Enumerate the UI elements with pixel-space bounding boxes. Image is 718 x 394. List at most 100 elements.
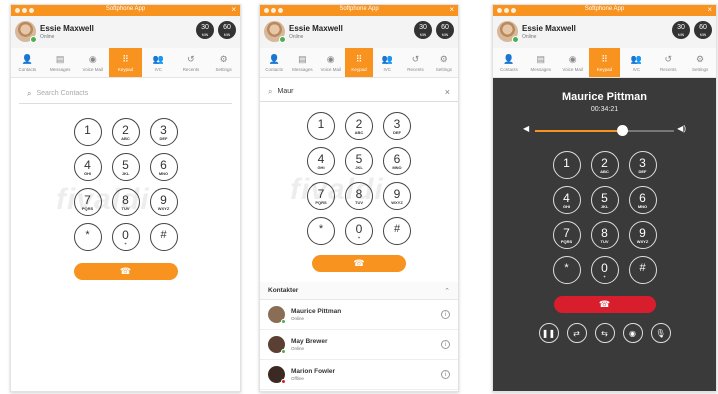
tab-label: Messages [292,66,313,72]
tab-label: Settings [215,66,232,72]
key-8[interactable]: 8 TUV [590,221,619,249]
volume-slider[interactable]: ◀ ◀) [523,123,686,139]
tab-label: Recents [182,66,200,72]
contact-row[interactable]: Maurice Pittman Online i [260,300,458,330]
tab-recents[interactable]: ↺ Recents [652,48,684,77]
key-0[interactable]: 0 + [111,223,140,251]
tab-keypad[interactable]: ⠿ Keypad [344,48,374,77]
key-hash[interactable]: # [149,223,178,251]
close-icon[interactable]: × [449,5,454,14]
info-icon[interactable]: i [441,340,450,349]
key-4[interactable]: 4 GHI [307,147,335,175]
key-hash[interactable]: # [383,217,411,245]
contact-row[interactable]: May Brewer Online i [260,330,458,360]
dial-keypad: 1 2 ABC 3 DEF 4 GHI 5 JKL 6 MNO 7 PQRS 8 TUV 9 WXYZ * 0 + # [260,112,458,245]
key-1[interactable]: 1 [552,151,581,179]
close-icon[interactable]: × [231,5,236,14]
key-3[interactable]: 3 DEF [149,118,178,146]
tab-voice-mail[interactable]: ◉ Voice Mail [76,48,109,77]
key-7[interactable]: 7 PQRS [552,221,581,249]
avatar[interactable] [497,21,519,43]
contact-row[interactable]: Marion Fowler Offline i [260,360,458,390]
key-9[interactable]: 9 WXYZ [383,182,411,210]
key-2[interactable]: 2 ABC [590,151,619,179]
key-8[interactable]: 8 TUV [345,182,373,210]
user-name: Essie Maxwell [522,24,576,33]
avatar[interactable] [15,21,37,43]
tab-voice-mail[interactable]: ◉ Voice Mail [317,48,345,77]
tab-contacts[interactable]: 👤 Contacts [11,48,44,77]
avatar[interactable] [264,21,286,43]
record-button[interactable]: ◉ [622,323,643,343]
pause-button[interactable]: ❚❚ [538,323,559,343]
key-7[interactable]: 7 PQRS [73,188,102,216]
key-9[interactable]: 9 WXYZ [149,188,178,216]
tab-ivc[interactable]: 👥 IVC [142,48,175,77]
tab-recents[interactable]: ↺ Recents [175,48,208,77]
key-6[interactable]: 6 MNO [149,153,178,181]
tab-ivc[interactable]: 👥 IVC [620,48,652,77]
key-0[interactable]: 0 + [345,217,373,245]
volume-knob[interactable] [617,125,629,136]
chevron-up-icon[interactable]: ⌃ [444,287,450,295]
attended-transfer-button[interactable]: ⇆ [594,323,615,343]
key-2[interactable]: 2 ABC [345,112,373,140]
user-header: Essie Maxwell Online 30 MIN 60 MIN [11,16,240,48]
key-5[interactable]: 5 JKL [111,153,140,181]
tab-keypad[interactable]: ⠿ Keypad [588,48,621,77]
minutes-value: 60 [441,24,449,31]
search-contacts[interactable]: ⌕ Maur × [260,82,458,102]
key-7[interactable]: 7 PQRS [307,182,335,210]
key-star[interactable]: * [73,223,102,251]
key-5[interactable]: 5 JKL [590,186,619,214]
tab-ivc[interactable]: 👥 IVC [373,48,401,77]
tab-contacts[interactable]: 👤 Contacts [493,48,525,77]
call-button[interactable]: ☎ [73,263,178,280]
search-input[interactable]: Maur [277,88,444,95]
key-6[interactable]: 6 MNO [628,186,657,214]
key-4[interactable]: 4 GHI [73,153,102,181]
key-star[interactable]: * [307,217,335,245]
key-4[interactable]: 4 GHI [552,186,581,214]
key-1[interactable]: 1 [307,112,335,140]
info-icon[interactable]: i [441,310,450,319]
contacts-section-header[interactable]: Kontakter ⌃ [260,282,458,300]
key-6[interactable]: 6 MNO [383,147,411,175]
tab-settings[interactable]: ⚙ Settings [207,48,240,77]
tab-settings[interactable]: ⚙ Settings [430,48,458,77]
tab-contacts[interactable]: 👤 Contacts [260,48,288,77]
transfer-button[interactable]: ⇄ [566,323,587,343]
tab-keypad[interactable]: ⠿ Keypad [109,48,142,77]
key-8[interactable]: 8 TUV [111,188,140,216]
window-title: Softphone App [339,6,379,12]
search-contacts[interactable]: ⌕ Search Contacts [19,84,232,104]
key-letters: DEF [393,129,401,135]
key-9[interactable]: 9 WXYZ [628,221,657,249]
tab-messages[interactable]: ▤ Messages [288,48,316,77]
key-3[interactable]: 3 DEF [383,112,411,140]
tab-voice-mail[interactable]: ◉ Voice Mail [557,48,589,77]
hangup-button[interactable]: ☎ [553,296,656,313]
key-hash[interactable]: # [628,256,657,284]
key-2[interactable]: 2 ABC [111,118,140,146]
key-digit: # [160,228,167,241]
key-digit: 1 [317,116,325,131]
clear-search-icon[interactable]: × [445,87,450,97]
close-icon[interactable]: × [707,5,712,14]
key-star[interactable]: * [552,256,581,284]
call-button[interactable]: ☎ [312,255,406,272]
key-3[interactable]: 3 DEF [628,151,657,179]
message-icon: ▤ [298,53,307,64]
info-icon[interactable]: i [441,370,450,379]
key-5[interactable]: 5 JKL [345,147,373,175]
key-letters: TUV [121,205,130,211]
tab-messages[interactable]: ▤ Messages [525,48,557,77]
mute-mic-button[interactable]: 🎙 [650,323,671,343]
key-1[interactable]: 1 [73,118,102,146]
tab-messages[interactable]: ▤ Messages [44,48,77,77]
user-status: Online [289,34,304,40]
search-input[interactable]: Search Contacts [36,90,224,97]
tab-settings[interactable]: ⚙ Settings [684,48,716,77]
tab-recents[interactable]: ↺ Recents [401,48,429,77]
key-0[interactable]: 0 + [590,256,619,284]
